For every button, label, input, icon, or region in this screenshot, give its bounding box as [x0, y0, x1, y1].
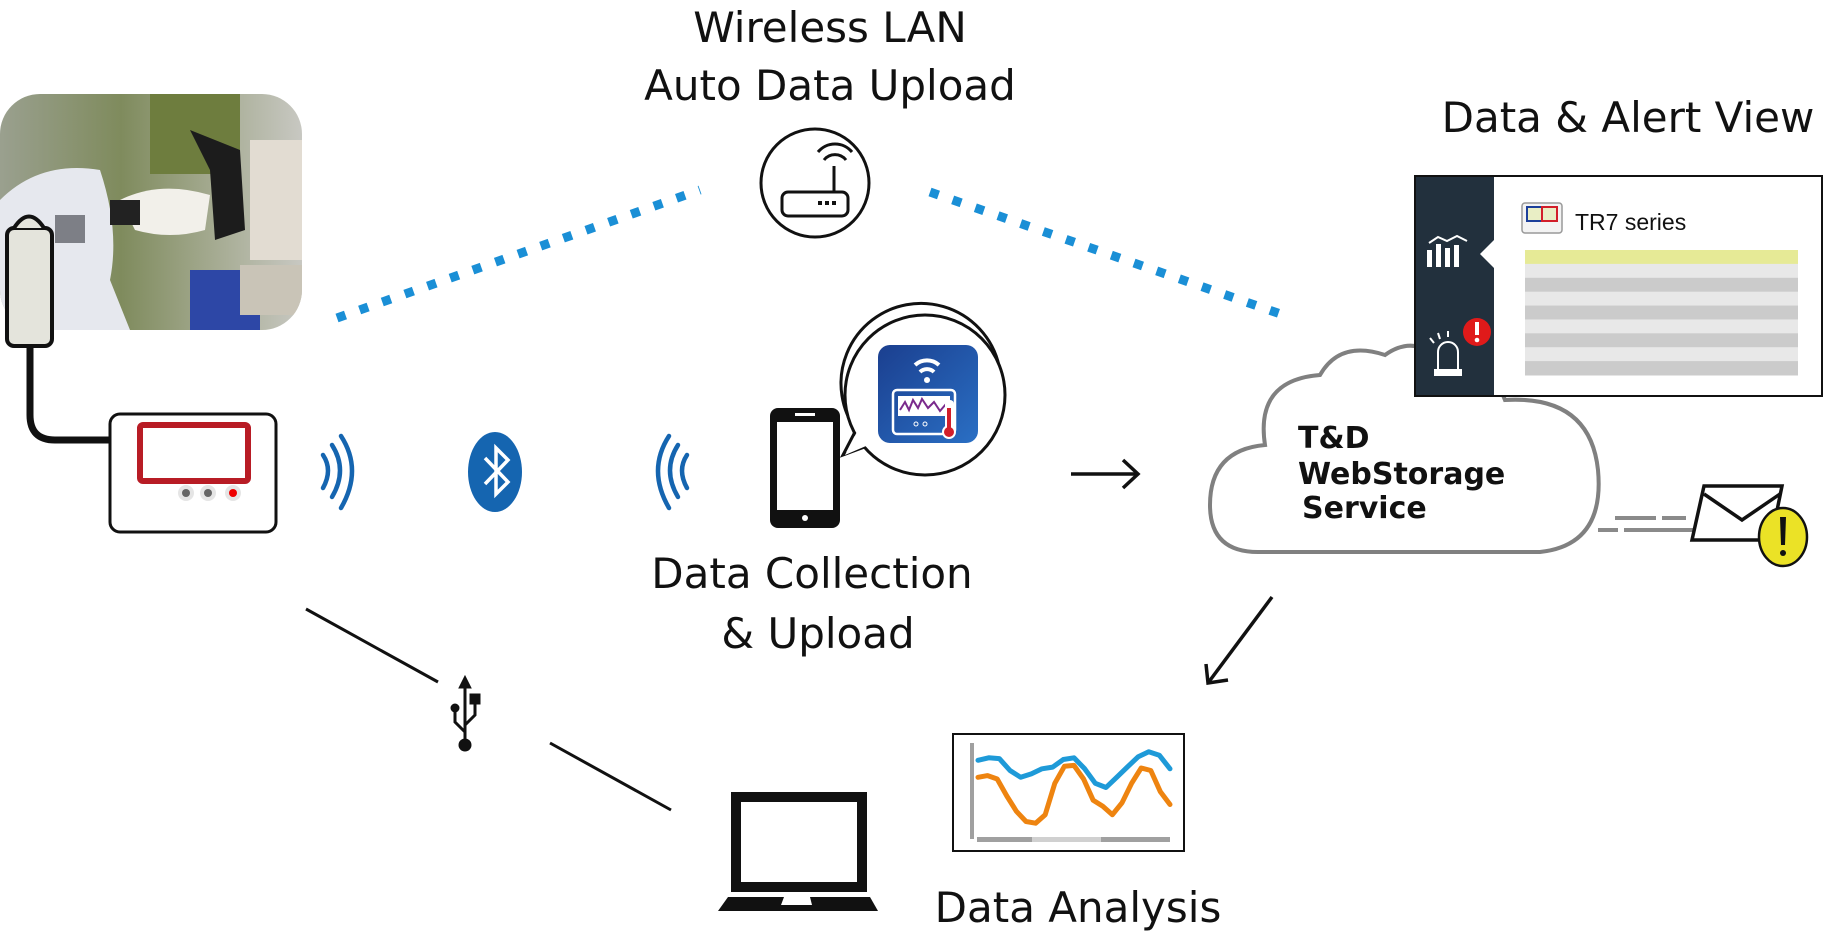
panel-table-row [1525, 347, 1798, 362]
upload-label: & Upload [721, 609, 914, 658]
email-alert-icon [1598, 484, 1809, 568]
chart-y-axis [970, 743, 974, 839]
auto-upload-label: Auto Data Upload [644, 61, 1016, 110]
wifi-link-left [335, 185, 702, 323]
panel-table-row [1525, 263, 1798, 279]
panel-table-row [1525, 319, 1798, 334]
panel-table [1525, 250, 1798, 376]
cloud-title: T&D [1298, 421, 1370, 456]
panel-table-row [1525, 333, 1798, 348]
chart-x-axis-seg3 [1101, 837, 1170, 842]
alert-badge [1463, 318, 1491, 346]
usb-link-left [305, 607, 439, 684]
usb-icon [450, 674, 481, 752]
panel-table-row [1525, 291, 1798, 307]
bluetooth-icon [468, 432, 522, 512]
data-collection-label: Data Collection [651, 549, 972, 598]
arrow-right-icon [1071, 458, 1141, 490]
logger-thumbnail-icon [1521, 202, 1563, 234]
panel-table-header-row [1525, 250, 1798, 265]
radio-waves-out-icon [320, 433, 355, 511]
wifi-router-icon [759, 127, 871, 239]
panel-table-row [1525, 277, 1798, 293]
cloud-webstorage: WebStorage [1298, 457, 1505, 492]
wifi-link-right [928, 187, 1294, 323]
web-dashboard-panel: TR7 series [1414, 175, 1823, 397]
radio-waves-in-icon [655, 433, 690, 511]
wireless-lan-label: Wireless LAN [693, 3, 967, 52]
laptop-icon [718, 792, 878, 911]
smartphone-icon [770, 408, 840, 528]
cloud-service: Service [1302, 491, 1427, 526]
data-logger-device [108, 412, 278, 534]
usb-link-right [549, 741, 672, 812]
panel-table-row [1525, 305, 1798, 320]
panel-sidebar [1416, 177, 1494, 395]
panel-device-name: TR7 series [1575, 209, 1686, 235]
chart-x-axis-seg1 [977, 837, 1032, 842]
alert-view-label: Data & Alert View [1442, 93, 1815, 142]
arrow-download-icon [1204, 595, 1274, 686]
thermometer-app-icon [878, 345, 978, 443]
analysis-chart [952, 733, 1185, 852]
chart-x-axis-seg2 [1032, 837, 1101, 842]
diagram-canvas: Wireless LAN Auto Data Upload Data Colle… [0, 3, 1823, 932]
panel-table-row [1525, 361, 1798, 376]
data-analysis-label: Data Analysis [935, 883, 1222, 932]
